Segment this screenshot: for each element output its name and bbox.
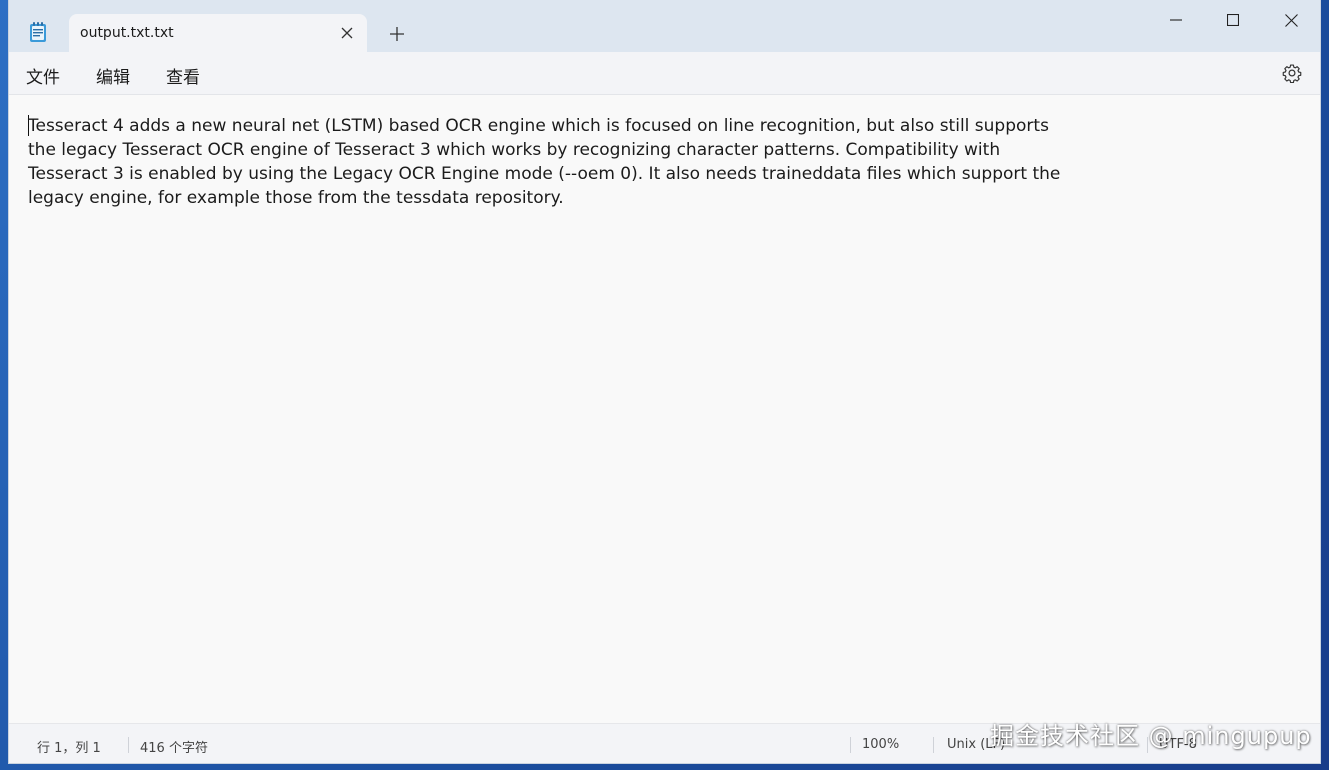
settings-button[interactable] [1282, 63, 1302, 84]
cursor-position: 行 1，列 1 [37, 741, 101, 756]
menu-edit[interactable]: 编辑 [96, 63, 130, 88]
tab-output-txt[interactable]: output.txt.txt [69, 14, 367, 52]
zoom-level[interactable]: 100% [862, 737, 899, 752]
menu-file[interactable]: 文件 [26, 63, 60, 88]
close-icon [341, 27, 353, 39]
close-window-button[interactable] [1268, 6, 1314, 34]
maximize-button[interactable] [1210, 6, 1256, 34]
status-divider [850, 737, 851, 753]
text-editor[interactable]: Tesseract 4 adds a new neural net (LSTM)… [9, 95, 1320, 723]
editor-content[interactable]: Tesseract 4 adds a new neural net (LSTM)… [28, 114, 1068, 210]
title-bar[interactable]: output.txt.txt [9, 0, 1320, 52]
menu-view[interactable]: 查看 [166, 63, 200, 88]
notepad-icon [30, 22, 46, 42]
menu-bar: 文件 编辑 查看 [9, 52, 1320, 95]
new-tab-button[interactable] [385, 22, 409, 46]
watermark-text: 掘金技术社区 @ mingupup [990, 722, 1312, 750]
character-count: 416 个字符 [140, 741, 208, 756]
minimize-icon [1170, 19, 1182, 21]
tab-close-button[interactable] [337, 23, 357, 43]
status-divider [933, 737, 934, 753]
status-divider [128, 737, 129, 753]
notepad-window: output.txt.txt 文件 编辑 查看 Tesseract 4 adds… [8, 0, 1321, 764]
gear-icon [1282, 64, 1302, 84]
maximize-icon [1227, 14, 1239, 26]
minimize-button[interactable] [1153, 6, 1199, 34]
tab-title: output.txt.txt [80, 25, 174, 41]
plus-icon [390, 27, 404, 41]
close-icon [1284, 13, 1298, 27]
